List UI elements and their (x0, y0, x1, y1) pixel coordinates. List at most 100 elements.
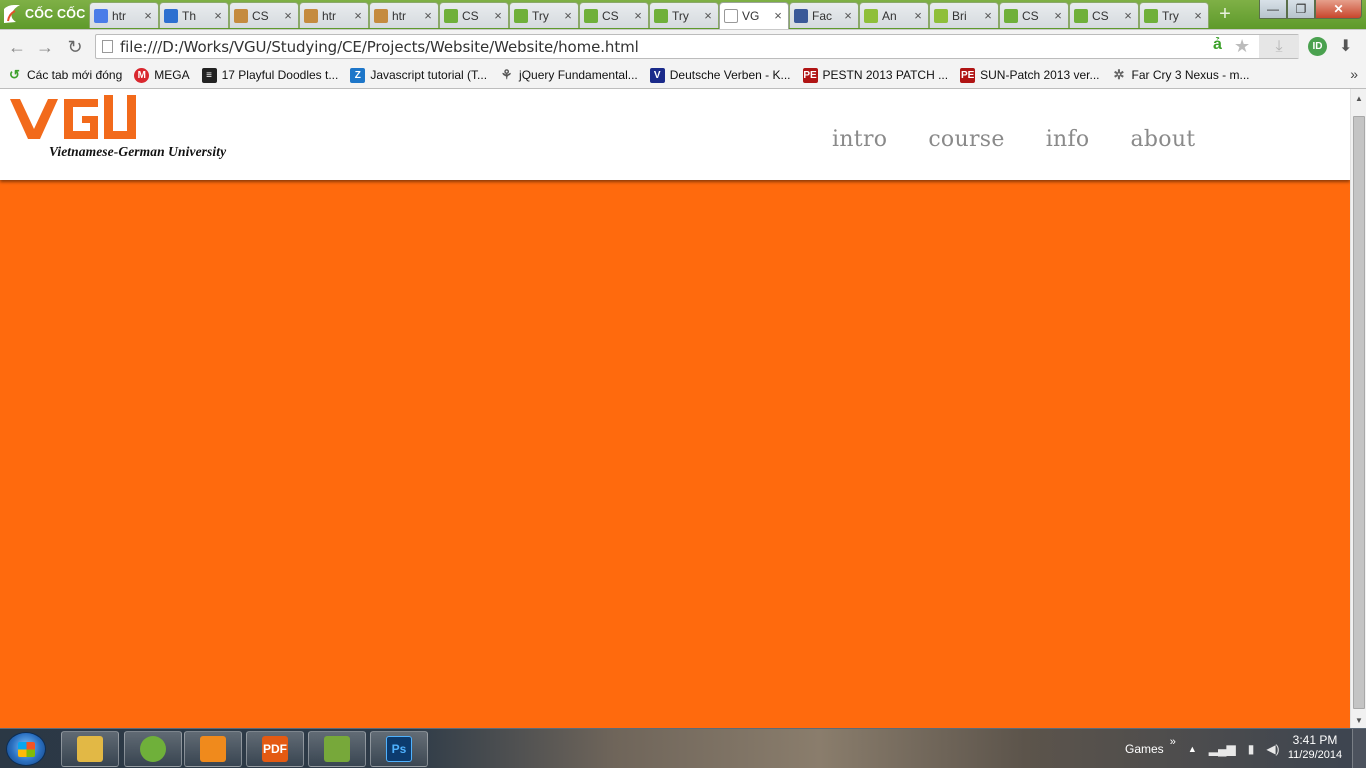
tab-close-icon[interactable]: × (982, 9, 994, 22)
taskbar-clock[interactable]: 3:41 PM 11/29/2014 (1284, 733, 1346, 763)
scrollbar-thumb[interactable] (1353, 116, 1365, 709)
tab-close-icon[interactable]: × (912, 9, 924, 22)
w3schools-icon (444, 8, 458, 23)
tab-close-icon[interactable]: × (1052, 9, 1064, 22)
bookmark-label: 17 Playful Doodles t... (221, 68, 339, 82)
bookmark-item[interactable]: ≡ 17 Playful Doodles t... (201, 67, 339, 83)
browser-tab[interactable]: Bri × (929, 2, 999, 28)
taskbar-app[interactable] (184, 731, 242, 767)
new-tab-button[interactable]: + (1212, 4, 1238, 26)
browser-tab[interactable]: Try × (509, 2, 579, 28)
pe-icon: PE (802, 67, 818, 83)
browser-tab[interactable]: CS × (439, 2, 509, 28)
minimize-button[interactable]: — (1259, 0, 1287, 19)
browser-tab[interactable]: CS × (1069, 2, 1139, 28)
tab-close-icon[interactable]: × (142, 9, 154, 22)
maximize-button[interactable]: ❐ (1287, 0, 1315, 19)
tab-close-icon[interactable]: × (562, 9, 574, 22)
browser-tab[interactable]: CS × (229, 2, 299, 28)
w3schools-icon (1004, 8, 1018, 23)
bookmark-item[interactable]: ⚘ jQuery Fundamental... (499, 67, 638, 83)
bookmark-item[interactable]: PE SUN-Patch 2013 ver... (960, 67, 1100, 83)
back-arrow-icon[interactable]: ← (6, 36, 28, 58)
show-desktop-button[interactable] (1352, 729, 1366, 768)
power-icon[interactable]: ▮ (1248, 742, 1255, 756)
scroll-up-arrow-icon[interactable]: ▲ (1355, 94, 1363, 103)
start-button[interactable] (6, 732, 46, 766)
bookmark-item[interactable]: V Deutsche Verben - K... (649, 67, 791, 83)
system-tray: Games » ▲ ▂▄▆ ▮ ◀) (1110, 729, 1280, 768)
network-icon[interactable]: ▂▄▆ (1209, 742, 1236, 756)
tab-title: Fac (812, 8, 833, 23)
vietnamese-input-icon[interactable]: ả (1213, 36, 1222, 54)
tab-title: CS (462, 8, 479, 23)
tray-games-label[interactable]: Games (1125, 742, 1164, 756)
tab-close-icon[interactable]: × (422, 9, 434, 22)
browser-brand[interactable]: CỐC CỐC (0, 0, 88, 28)
tab-close-icon[interactable]: × (632, 9, 644, 22)
nav-course-link[interactable]: course (928, 127, 1004, 152)
savefrom-download-icon[interactable]: ⤓ (1259, 35, 1299, 58)
bookmark-item[interactable]: Z Javascript tutorial (T... (350, 67, 487, 83)
address-url[interactable]: file:///D:/Works/VGU/Studying/CE/Project… (120, 38, 639, 56)
bookmark-item[interactable]: M MEGA (134, 67, 190, 83)
browser-tab[interactable]: CS × (999, 2, 1069, 28)
browser-tab[interactable]: htr × (369, 2, 439, 28)
tab-close-icon[interactable]: × (1192, 9, 1204, 22)
volume-icon[interactable]: ◀) (1266, 742, 1279, 756)
browser-tab[interactable]: Try × (649, 2, 719, 28)
vgu-tagline: Vietnamese-German University (49, 144, 227, 159)
photoshop-icon: Ps (386, 736, 412, 762)
address-bar[interactable]: file:///D:/Works/VGU/Studying/CE/Project… (95, 34, 1299, 59)
taskbar-app[interactable] (124, 731, 182, 767)
tab-title: Try (1162, 8, 1179, 23)
browser-tab[interactable]: Fac × (789, 2, 859, 28)
tab-close-icon[interactable]: × (842, 9, 854, 22)
bookmarks-overflow-chevron-icon[interactable]: » (1350, 66, 1358, 82)
bookmark-item[interactable]: ✲ Far Cry 3 Nexus - m... (1112, 67, 1250, 83)
tab-close-icon[interactable]: × (1122, 9, 1134, 22)
tab-close-icon[interactable]: × (352, 9, 364, 22)
scroll-down-arrow-icon[interactable]: ▼ (1355, 716, 1363, 725)
taskbar-app[interactable]: Ps (370, 731, 428, 767)
show-hidden-icons-icon[interactable]: ▲ (1188, 744, 1197, 754)
browser-tab[interactable]: An × (859, 2, 929, 28)
tab-title: Try (672, 8, 689, 23)
bookmark-item[interactable]: ↺ Các tab mới đóng (7, 67, 123, 83)
reload-icon[interactable]: ↻ (64, 36, 86, 58)
extension-icon[interactable]: ID (1308, 37, 1327, 56)
page-scrollbar[interactable]: ▲ ▼ (1350, 89, 1366, 728)
bookmark-item[interactable]: PE PESTN 2013 PATCH ... (802, 67, 948, 83)
vgu-logo[interactable] (10, 95, 138, 143)
browser-toolbar: ← → ↻ file:///D:/Works/VGU/Studying/CE/P… (0, 29, 1366, 62)
browser-brand-label: CỐC CỐC (25, 7, 86, 21)
browser-tab[interactable]: Th × (159, 2, 229, 28)
forward-arrow-icon[interactable]: → (34, 36, 56, 58)
close-window-button[interactable]: ✕ (1315, 0, 1362, 19)
bookmark-star-icon[interactable]: ★ (1234, 36, 1250, 57)
nav-info-link[interactable]: info (1046, 127, 1090, 152)
bookmark-label: Các tab mới đóng (27, 68, 123, 82)
tab-close-icon[interactable]: × (212, 9, 224, 22)
taskbar-app[interactable]: PDF (246, 731, 304, 767)
nav-about-link[interactable]: about (1130, 127, 1195, 152)
nav-intro-link[interactable]: intro (832, 127, 887, 152)
taskbar-app[interactable] (61, 731, 119, 767)
browser-tab[interactable]: Try × (1139, 2, 1209, 28)
browser-tab[interactable]: VG × (719, 2, 789, 29)
tray-chevron-icon[interactable]: » (1170, 736, 1176, 748)
taskbar-app[interactable] (308, 731, 366, 767)
nexus-icon: ✲ (1113, 67, 1125, 82)
bookmarks-bar: ↺ Các tab mới đóng M MEGA ≡ 17 Playful Doodle… (0, 62, 1366, 89)
browser-tab[interactable]: htr × (299, 2, 369, 28)
tab-close-icon[interactable]: × (772, 9, 784, 22)
mega-icon: M (134, 67, 150, 83)
tab-close-icon[interactable]: × (282, 9, 294, 22)
tab-title: CS (1092, 8, 1109, 23)
browser-tab[interactable]: htr × (89, 2, 159, 28)
browser-tab[interactable]: CS × (579, 2, 649, 28)
tab-title: htr (322, 8, 337, 23)
tab-close-icon[interactable]: × (702, 9, 714, 22)
tab-close-icon[interactable]: × (492, 9, 504, 22)
downloads-icon[interactable]: ⬇ (1339, 36, 1352, 56)
